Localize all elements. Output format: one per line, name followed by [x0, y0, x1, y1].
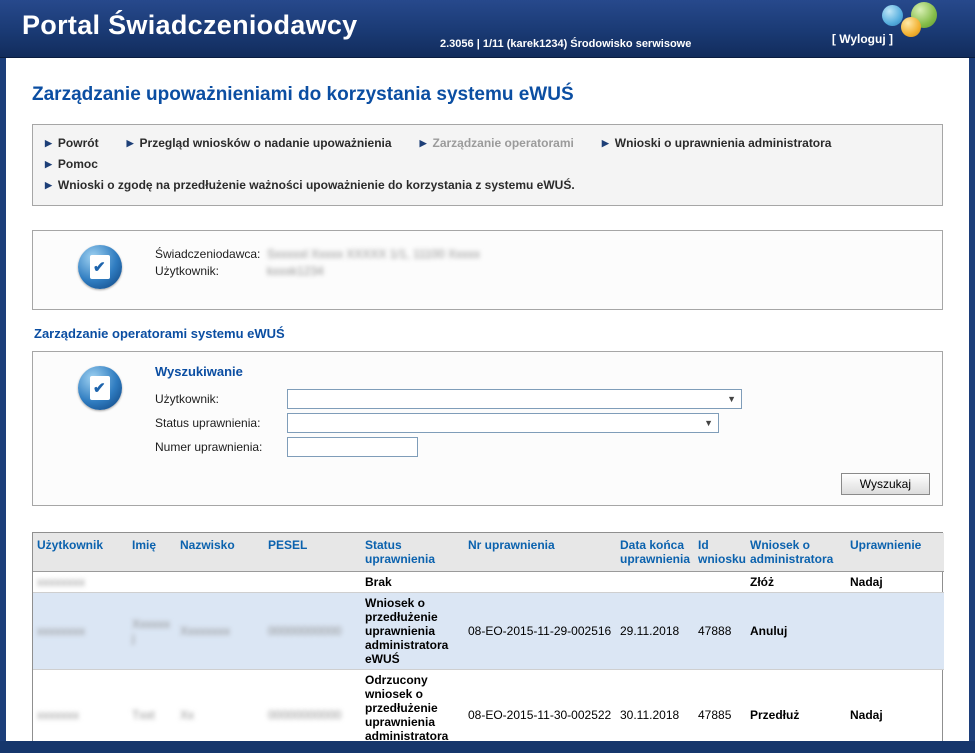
- col-header-imie[interactable]: Imię: [128, 533, 176, 572]
- cell-request-id: [694, 572, 746, 593]
- page: Portal Świadczeniodawcy 2.3056 | 1/11 (k…: [0, 0, 975, 753]
- breadcrumb: ▶ Powrót ▶ Przegląd wniosków o nadanie upo…: [32, 124, 943, 206]
- cell-user: xxxxxxxx: [33, 572, 128, 593]
- cell-lastname: [176, 572, 264, 593]
- app-header: Portal Świadczeniodawcy 2.3056 | 1/11 (k…: [0, 0, 975, 58]
- icon-wrap: [45, 364, 155, 461]
- breadcrumb-label: Wnioski o zgodę na przedłużenie ważności…: [58, 178, 575, 192]
- table-row: xxxxxxxx Brak ZłóżNadaj: [33, 572, 944, 593]
- table-row: xxxxxxxxXxxxxxjXxxxxxxx00000000000Wniose…: [33, 593, 944, 670]
- cell-auth-number: 08-EO-2015-11-29-002516: [464, 593, 616, 670]
- breadcrumb-item-wnioski-zgoda[interactable]: ▶ Wnioski o zgodę na przedłużenie ważnośc…: [45, 175, 575, 196]
- cell-pesel: 00000000000: [264, 593, 361, 670]
- breadcrumb-label: Wnioski o uprawnienia administratora: [615, 136, 832, 150]
- search-button[interactable]: Wyszukaj: [841, 473, 930, 495]
- results-table-body: xxxxxxxxBrakZłóżNadajxxxxxxxxXxxxxxjXxxx…: [33, 572, 944, 753]
- arrow-icon: ▶: [602, 138, 609, 148]
- user-value: kxxxk1234: [267, 263, 324, 280]
- app-title: Portal Świadczeniodawcy: [22, 10, 358, 41]
- breadcrumb-item-przeglad-wnioskow[interactable]: ▶ Przegląd wniosków o nadanie upoważnieni…: [127, 133, 392, 154]
- user-select[interactable]: ▼: [287, 389, 742, 409]
- section-title: Zarządzanie operatorami systemu eWUŚ: [34, 326, 943, 341]
- arrow-icon: ▶: [420, 138, 427, 148]
- results-table: Użytkownik Imię Nazwisko PESEL Status up…: [33, 533, 944, 753]
- cell-end-date: [616, 572, 694, 593]
- icon-wrap: [45, 243, 155, 297]
- chevron-down-icon: ▼: [704, 418, 713, 428]
- ewus-document-icon: [78, 366, 122, 410]
- ewus-document-icon: [78, 245, 122, 289]
- cell-lastname: Xxxxxxxx: [176, 593, 264, 670]
- cell-status: Wniosek o przedłużenie uprawnienia admin…: [361, 593, 464, 670]
- breadcrumb-label: Przegląd wniosków o nadanie upoważnienia: [140, 136, 392, 150]
- cell-auth-number: [464, 572, 616, 593]
- col-header-status[interactable]: Status uprawnienia: [361, 533, 464, 572]
- cell-end-date: 29.11.2018: [616, 593, 694, 670]
- breadcrumb-item-pomoc[interactable]: ▶ Pomoc: [45, 154, 98, 175]
- decor-circle-blue-icon: [882, 5, 903, 26]
- breadcrumb-item-powrot[interactable]: ▶ Powrót: [45, 133, 99, 154]
- status-select-label: Status uprawnienia:: [155, 416, 287, 430]
- col-header-nr-uprawnienia[interactable]: Nr uprawnienia: [464, 533, 616, 572]
- cell-pesel: [264, 572, 361, 593]
- decor-circle-orange-icon: [901, 17, 921, 37]
- table-header-row: Użytkownik Imię Nazwisko PESEL Status up…: [33, 533, 944, 572]
- provider-row: Świadczeniodawca: Sxxxxxl Xxxxx XXXXX 1/…: [155, 246, 480, 263]
- cell-admin-request[interactable]: Złóż: [746, 572, 846, 593]
- col-header-id-wniosku[interactable]: Id wniosku: [694, 533, 746, 572]
- breadcrumb-item-wnioski-administrator[interactable]: ▶ Wnioski o uprawnienia administratora: [602, 133, 832, 154]
- cell-admin-request[interactable]: Anuluj: [746, 593, 846, 670]
- field-row-status: Status uprawnienia: ▼: [155, 413, 742, 433]
- authorization-number-input[interactable]: [287, 437, 418, 457]
- arrow-icon: ▶: [45, 138, 52, 148]
- breadcrumb-label: Zarządzanie operatorami: [432, 136, 573, 150]
- col-header-uprawnienie[interactable]: Uprawnienie: [846, 533, 944, 572]
- provider-label: Świadczeniodawca:: [155, 246, 267, 263]
- provider-info-rows: Świadczeniodawca: Sxxxxxl Xxxxx XXXXX 1/…: [155, 243, 480, 297]
- page-title: Zarządzanie upoważnieniami do korzystani…: [32, 84, 943, 106]
- field-row-user: Użytkownik: ▼: [155, 389, 742, 409]
- version-info: 2.3056 | 1/11 (karek1234) Środowisko ser…: [440, 38, 691, 50]
- search-title: Wyszukiwanie: [155, 364, 742, 379]
- search-fields: Wyszukiwanie Użytkownik: ▼ Status uprawn…: [155, 364, 742, 461]
- col-header-pesel[interactable]: PESEL: [264, 533, 361, 572]
- cell-status: Brak: [361, 572, 464, 593]
- col-header-nazwisko[interactable]: Nazwisko: [176, 533, 264, 572]
- cell-firstname: [128, 572, 176, 593]
- col-header-wniosek-admin[interactable]: Wniosek o administratora: [746, 533, 846, 572]
- col-header-data-konca[interactable]: Data końca uprawnienia: [616, 533, 694, 572]
- arrow-icon: ▶: [45, 180, 52, 190]
- cell-permission[interactable]: Nadaj: [846, 572, 944, 593]
- footer-strip: [0, 741, 975, 753]
- col-header-uzytkownik[interactable]: Użytkownik: [33, 533, 128, 572]
- cell-firstname: Xxxxxxj: [128, 593, 176, 670]
- number-input-label: Numer uprawnienia:: [155, 440, 287, 454]
- arrow-icon: ▶: [127, 138, 134, 148]
- main-content: Zarządzanie upoważnieniami do korzystani…: [6, 58, 969, 753]
- user-row: Użytkownik: kxxxk1234: [155, 263, 480, 280]
- breadcrumb-row-1: ▶ Powrót ▶ Przegląd wniosków o nadanie upo…: [45, 133, 930, 175]
- cell-request-id: 47888: [694, 593, 746, 670]
- provider-value: Sxxxxxl Xxxxx XXXXX 1/1, 11100 Xxxxx: [267, 246, 480, 263]
- cell-permission: [846, 593, 944, 670]
- user-select-label: Użytkownik:: [155, 392, 287, 406]
- status-select[interactable]: ▼: [287, 413, 719, 433]
- provider-info-box: Świadczeniodawca: Sxxxxxl Xxxxx XXXXX 1/…: [32, 230, 943, 310]
- breadcrumb-label: Powrót: [58, 136, 99, 150]
- breadcrumb-row-2: ▶ Wnioski o zgodę na przedłużenie ważnośc…: [45, 175, 930, 196]
- logout-link[interactable]: [ Wyloguj ]: [832, 32, 893, 46]
- chevron-down-icon: ▼: [727, 394, 736, 404]
- search-box: Wyszukiwanie Użytkownik: ▼ Status uprawn…: [32, 351, 943, 506]
- document-glyph: [90, 255, 110, 279]
- document-glyph: [90, 376, 110, 400]
- cell-user: xxxxxxxx: [33, 593, 128, 670]
- user-label: Użytkownik:: [155, 263, 267, 280]
- breadcrumb-label: Pomoc: [58, 157, 98, 171]
- breadcrumb-item-zarzadzanie-operatorami: ▶ Zarządzanie operatorami: [420, 133, 574, 154]
- results-table-wrap: Użytkownik Imię Nazwisko PESEL Status up…: [32, 532, 943, 753]
- arrow-icon: ▶: [45, 159, 52, 169]
- field-row-number: Numer uprawnienia:: [155, 437, 742, 457]
